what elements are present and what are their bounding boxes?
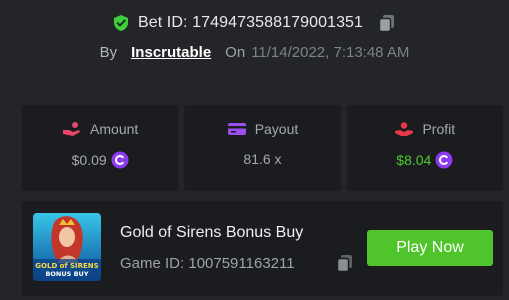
bet-id-row: Bet ID: 1749473588179001351: [0, 10, 509, 36]
thumb-subtitle-text: BONUS BUY: [45, 270, 88, 278]
profit-card: Profit $8.04: [346, 105, 503, 191]
thumb-title-text: GOLD of SIRENS: [35, 262, 98, 270]
payout-label: Payout: [254, 121, 299, 137]
game-title: Gold of Sirens Bonus Buy: [120, 224, 304, 241]
coin-icon: [435, 151, 453, 169]
game-card: GOLD of SIRENS BONUS BUY Gold of Sirens …: [22, 201, 503, 296]
by-label: By: [99, 43, 118, 61]
amount-value: $0.09: [71, 152, 107, 168]
hand-money-icon: [394, 121, 414, 137]
payout-card: Payout 81.6 x: [184, 105, 341, 191]
game-id: Game ID: 1007591163211: [120, 255, 295, 272]
amount-label: Amount: [90, 121, 139, 137]
verified-shield-icon: [112, 14, 130, 32]
copy-bet-id-icon[interactable]: [377, 13, 397, 33]
play-now-button[interactable]: Play Now: [367, 230, 493, 266]
payout-value: 81.6 x: [243, 151, 282, 167]
user-link[interactable]: Inscrutable: [131, 44, 211, 61]
stats-row: Amount $0.09 Payout 81.6 x Profit $8.04: [22, 105, 503, 191]
profit-label: Profit: [422, 121, 456, 137]
copy-game-id-icon[interactable]: [335, 253, 355, 273]
amount-card: Amount $0.09: [22, 105, 179, 191]
card-icon: [227, 121, 247, 137]
bet-details-panel: Bet ID: 1749473588179001351 By Inscrutab…: [0, 0, 509, 300]
bet-date: 11/14/2022, 7:13:48 AM: [251, 43, 410, 61]
profit-value: $8.04: [396, 152, 432, 168]
coin-icon: [111, 151, 129, 169]
coins-hand-icon: [62, 121, 82, 137]
on-label: On: [225, 43, 246, 61]
game-thumbnail[interactable]: GOLD of SIRENS BONUS BUY: [33, 213, 101, 281]
bet-meta-row: By Inscrutable On 11/14/2022, 7:13:48 AM: [0, 40, 509, 64]
bet-id-text: Bet ID: 1749473588179001351: [137, 14, 364, 31]
